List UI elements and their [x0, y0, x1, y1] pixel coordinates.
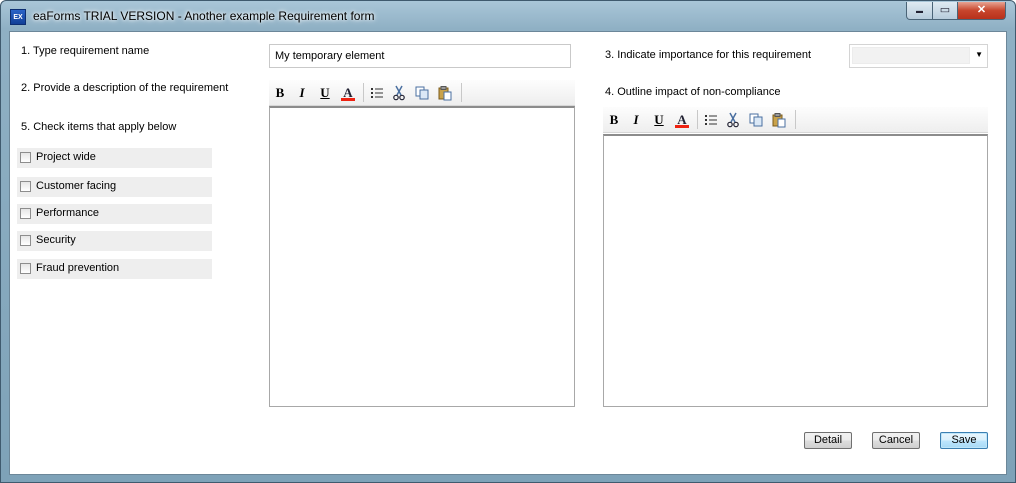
font-color-bar	[675, 125, 689, 128]
toolbar-separator	[697, 110, 698, 129]
description-editor[interactable]	[269, 106, 575, 407]
bold-icon[interactable]: B	[271, 84, 289, 102]
cancel-button[interactable]: Cancel	[872, 432, 920, 449]
checkbox-row[interactable]: Customer facing	[17, 177, 212, 197]
checkbox-label: Performance	[36, 207, 99, 219]
italic-icon[interactable]: I	[293, 84, 311, 102]
checkbox-project-wide[interactable]	[20, 152, 31, 163]
checkbox-label: Fraud prevention	[36, 262, 120, 274]
impact-toolbar: B I U A	[603, 107, 988, 133]
checkbox-security[interactable]	[20, 235, 31, 246]
impact-label: 4. Outline impact of non-compliance	[605, 86, 781, 98]
detail-button[interactable]: Detail	[804, 432, 852, 449]
importance-select[interactable]: ▼	[849, 44, 988, 68]
description-label: 2. Provide a description of the requirem…	[21, 82, 229, 94]
checkbox-fraud-prevention[interactable]	[20, 263, 31, 274]
paste-icon[interactable]	[770, 111, 788, 129]
copy-icon[interactable]	[747, 111, 765, 129]
paste-icon[interactable]	[436, 84, 454, 102]
requirement-name-input[interactable]	[269, 44, 571, 68]
maximize-button[interactable]: ▭	[932, 2, 958, 20]
close-button[interactable]: ✕	[957, 2, 1006, 20]
requirement-name-label: 1. Type requirement name	[21, 45, 150, 57]
cut-icon[interactable]	[724, 111, 742, 129]
bold-icon[interactable]: B	[605, 111, 623, 129]
toolbar-separator	[795, 110, 796, 129]
toolbar-separator	[461, 83, 462, 102]
checkbox-row[interactable]: Security	[17, 231, 212, 251]
checkbox-row[interactable]: Performance	[17, 204, 212, 224]
font-color-bar	[341, 98, 355, 101]
window-title: eaForms TRIAL VERSION - Another example …	[33, 9, 375, 23]
save-button[interactable]: Save	[940, 432, 988, 449]
description-toolbar: B I U A	[269, 80, 575, 106]
maximize-icon: ▭	[939, 4, 951, 16]
checkbox-label: Security	[36, 234, 76, 246]
italic-icon[interactable]: I	[627, 111, 645, 129]
checklist-label: 5. Check items that apply below	[21, 121, 177, 133]
minimize-button[interactable]: ▬	[906, 2, 933, 20]
checkbox-performance[interactable]	[20, 208, 31, 219]
checkbox-row[interactable]: Fraud prevention	[17, 259, 212, 279]
importance-selected-value	[852, 47, 970, 64]
underline-icon[interactable]: U	[650, 111, 668, 129]
minimize-icon: ▬	[916, 8, 923, 15]
close-icon: ✕	[976, 4, 987, 16]
checkbox-label: Customer facing	[36, 180, 117, 192]
underline-icon[interactable]: U	[316, 84, 334, 102]
importance-label: 3. Indicate importance for this requirem…	[605, 49, 812, 61]
title-bar[interactable]: EX eaForms TRIAL VERSION - Another examp…	[1, 1, 1015, 31]
bullet-list-icon[interactable]	[368, 84, 386, 102]
toolbar-separator	[363, 83, 364, 102]
font-color-icon[interactable]: A	[339, 84, 357, 102]
impact-editor[interactable]	[603, 134, 988, 407]
app-icon: EX	[10, 9, 26, 25]
font-color-icon[interactable]: A	[673, 111, 691, 129]
checkbox-customer-facing[interactable]	[20, 181, 31, 192]
checkbox-row[interactable]: Project wide	[17, 148, 212, 168]
checkbox-label: Project wide	[36, 151, 96, 163]
bullet-list-icon[interactable]	[702, 111, 720, 129]
cut-icon[interactable]	[390, 84, 408, 102]
copy-icon[interactable]	[413, 84, 431, 102]
chevron-down-icon: ▼	[975, 50, 983, 59]
